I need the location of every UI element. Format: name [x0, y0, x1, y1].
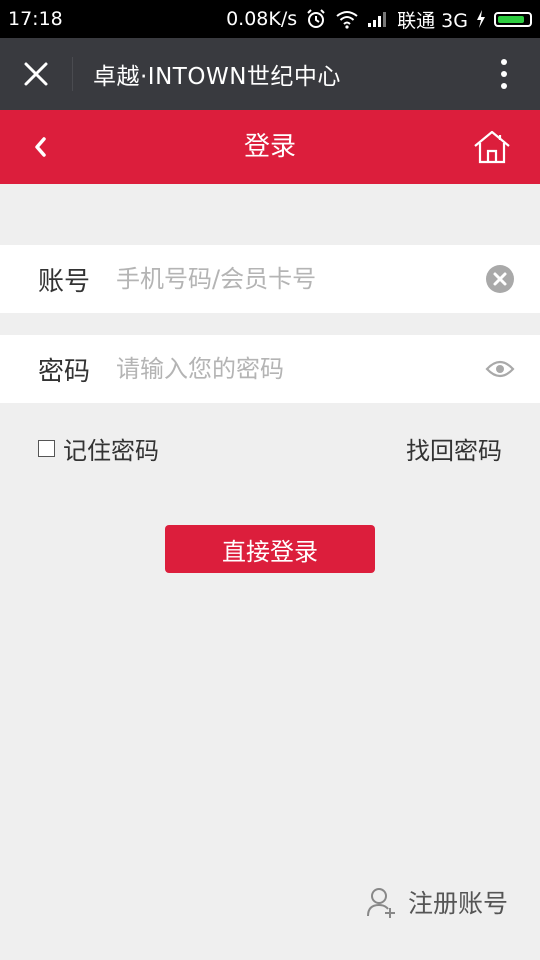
alarm-icon: [305, 8, 327, 30]
webview-toolbar: 卓越·INTOWN世纪中心: [0, 38, 540, 110]
close-button[interactable]: [0, 38, 72, 110]
page-title: 登录: [243, 132, 296, 162]
remember-label: 记住密码: [63, 436, 159, 465]
remember-checkbox[interactable]: [38, 439, 55, 457]
password-label: 密码: [38, 356, 91, 387]
login-button[interactable]: 直接登录: [165, 525, 375, 573]
account-input[interactable]: [116, 254, 460, 304]
forgot-password-link[interactable]: 找回密码: [406, 431, 502, 466]
add-user-icon: [366, 888, 395, 918]
password-input[interactable]: [116, 344, 460, 394]
status-bar: 17:18 0.08K/s 联通 3G: [0, 0, 540, 38]
password-row: 密码: [0, 335, 540, 403]
wifi-icon: [335, 9, 359, 29]
account-label: 账号: [38, 266, 91, 297]
clear-icon: [486, 265, 514, 293]
clear-account-button[interactable]: [460, 245, 540, 313]
close-icon: [24, 62, 48, 86]
network-speed: 0.08K/s: [226, 8, 298, 30]
remember-password[interactable]: 记住密码: [38, 431, 159, 466]
register-label: 注册账号: [407, 889, 508, 918]
status-indicators: 0.08K/s 联通 3G: [226, 6, 532, 33]
carrier-label: 联通 3G: [397, 9, 468, 32]
register-link[interactable]: 注册账号: [366, 880, 508, 924]
charging-icon: [476, 10, 486, 28]
login-options: 记住密码 找回密码: [38, 428, 502, 468]
home-button[interactable]: [470, 110, 514, 184]
page-header: 登录: [0, 110, 540, 184]
status-time: 17:18: [8, 8, 63, 30]
battery-level: [498, 15, 524, 23]
battery-icon: [494, 11, 532, 27]
more-vertical-icon: [501, 59, 507, 89]
eye-icon: [485, 360, 515, 378]
toggle-password-visibility-button[interactable]: [460, 335, 540, 403]
account-row: 账号: [0, 245, 540, 313]
home-icon: [474, 130, 510, 164]
webview-title: 卓越·INTOWN世纪中心: [93, 64, 341, 90]
signal-icon: [367, 10, 389, 28]
more-button[interactable]: [468, 38, 540, 110]
